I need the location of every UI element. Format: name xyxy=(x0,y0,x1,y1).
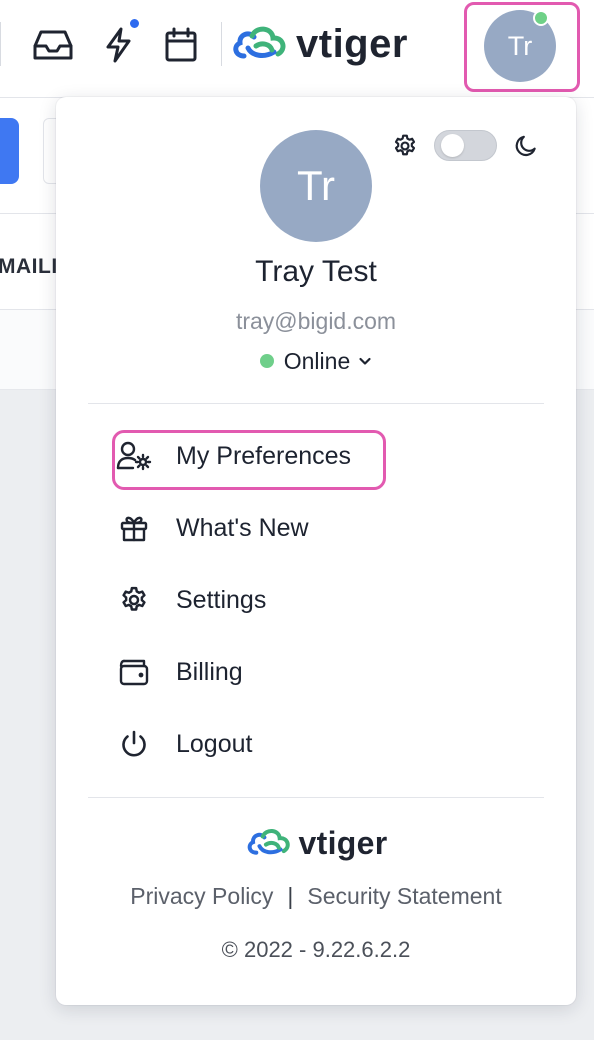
wallet-icon xyxy=(116,654,152,690)
user-gear-icon xyxy=(116,438,152,474)
vtiger-logo[interactable]: vtiger xyxy=(230,20,408,68)
footer-vtiger-logo: vtiger xyxy=(56,821,576,865)
top-bar: vtiger Tr xyxy=(0,0,594,98)
menu-item-label: What's New xyxy=(176,513,309,542)
menu-item-my-preferences[interactable]: My Preferences xyxy=(116,430,351,482)
avatar-initials: Tr xyxy=(507,30,533,61)
menu-item-whats-new[interactable]: What's New xyxy=(116,502,309,554)
primary-action-button[interactable] xyxy=(0,118,19,184)
toolbar-divider xyxy=(0,22,1,66)
menu-item-logout[interactable]: Logout xyxy=(116,718,252,770)
online-indicator xyxy=(533,10,549,26)
profile-name: Tray Test xyxy=(255,255,377,288)
toolbar-divider xyxy=(221,22,222,66)
menu-item-settings[interactable]: Settings xyxy=(116,574,266,626)
profile-email: tray@bigid.com xyxy=(235,308,397,334)
tab-mailing[interactable]: MAILII xyxy=(0,255,64,279)
profile-avatar-initials: Tr xyxy=(296,162,336,209)
calendar-icon[interactable] xyxy=(160,24,202,66)
status-dot xyxy=(259,354,274,368)
toggle-knob xyxy=(441,134,464,157)
moon-icon xyxy=(513,133,539,159)
notification-dot xyxy=(128,17,141,30)
vtiger-cloud-icon xyxy=(247,828,290,855)
gift-icon xyxy=(116,510,152,546)
inbox-icon[interactable] xyxy=(32,24,74,66)
lightning-icon[interactable] xyxy=(98,24,140,66)
menu-item-label: Settings xyxy=(176,585,267,614)
profile-avatar: Tr xyxy=(260,130,372,242)
status-label: Online xyxy=(283,347,351,374)
menu-item-label: Logout xyxy=(176,729,253,758)
menu-item-label: Billing xyxy=(176,657,243,686)
vtiger-cloud-icon xyxy=(233,26,286,59)
dark-mode-toggle[interactable] xyxy=(434,130,497,161)
footer-brand-name: vtiger xyxy=(298,824,388,861)
theme-gear-icon[interactable] xyxy=(392,133,418,159)
footer-links: Privacy Policy | Security Statement xyxy=(56,883,576,910)
menu-item-label: My Preferences xyxy=(176,441,352,470)
footer-separator: | xyxy=(287,883,294,909)
menu-divider xyxy=(88,403,544,404)
profile-dropdown: Tr Tray Test tray@bigid.com Online My Pr… xyxy=(56,97,576,1005)
footer-divider xyxy=(88,797,544,798)
brand-name: vtiger xyxy=(296,21,408,66)
chevron-down-icon xyxy=(359,357,371,365)
menu-item-billing[interactable]: Billing xyxy=(116,646,243,698)
gear-icon xyxy=(116,582,152,618)
privacy-policy-link[interactable]: Privacy Policy xyxy=(130,883,273,909)
power-icon xyxy=(116,726,152,762)
security-statement-link[interactable]: Security Statement xyxy=(307,883,501,909)
copyright-version: © 2022 - 9.22.6.2.2 xyxy=(221,937,411,962)
status-selector[interactable]: Online xyxy=(56,345,576,377)
